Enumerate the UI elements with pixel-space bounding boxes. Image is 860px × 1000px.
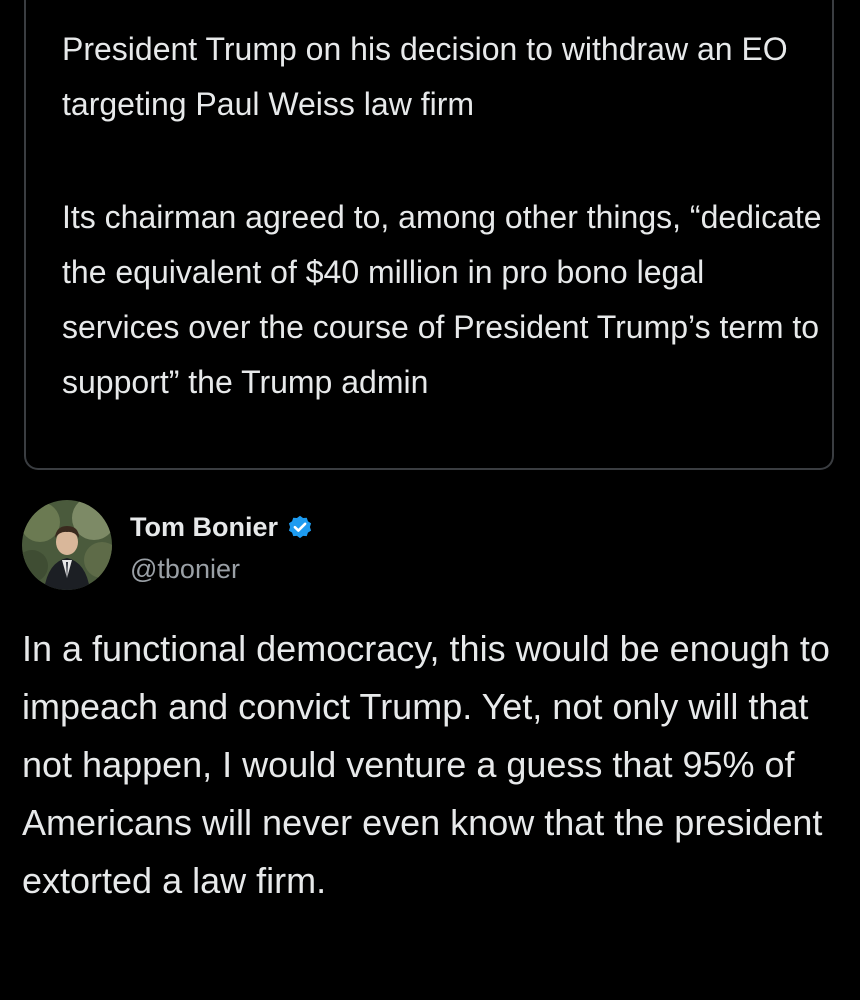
- avatar[interactable]: [22, 500, 112, 590]
- tweet-author-row: Tom Bonier @tbonier: [22, 500, 842, 600]
- quoted-tweet-paragraph: Its chairman agreed to, among other thin…: [62, 199, 822, 400]
- tweet-text: In a functional democracy, this would be…: [22, 628, 830, 901]
- author-name[interactable]: Tom Bonier: [130, 512, 314, 543]
- author-name-text: Tom Bonier: [130, 512, 278, 542]
- quoted-tweet-card[interactable]: President Trump on his decision to withd…: [24, 0, 834, 470]
- avatar-photo: [22, 500, 112, 590]
- quoted-tweet-paragraph: President Trump on his decision to withd…: [62, 31, 788, 122]
- author-handle[interactable]: @tbonier: [130, 554, 240, 585]
- verified-badge-icon: [286, 514, 314, 542]
